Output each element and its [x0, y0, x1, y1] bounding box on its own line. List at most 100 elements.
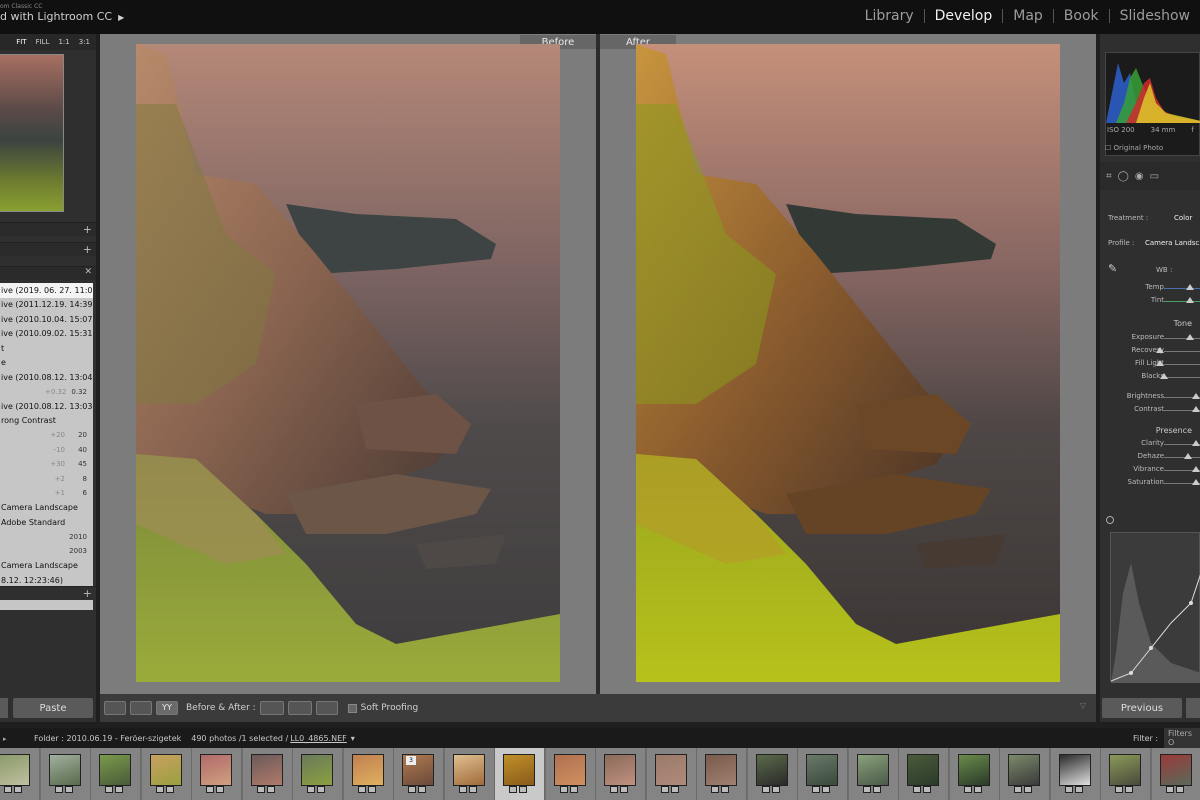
filmstrip-item[interactable] — [40, 748, 91, 800]
filmstrip-item[interactable] — [798, 748, 848, 800]
slider-track[interactable] — [1164, 440, 1200, 446]
slider-knob[interactable] — [1156, 360, 1164, 366]
profile-value[interactable]: Camera Landsc — [1145, 239, 1199, 247]
slider-knob[interactable] — [1160, 373, 1168, 379]
history-item[interactable]: 2003 — [0, 544, 93, 559]
filmstrip-thumbnail[interactable] — [553, 754, 586, 786]
filmstrip-item[interactable] — [91, 748, 141, 800]
slider-track[interactable] — [1164, 406, 1200, 412]
history-item[interactable]: ive (2019. 06. 27. 11:05:58) — [0, 283, 93, 298]
slider-track[interactable] — [1164, 466, 1200, 472]
filmstrip-thumbnail[interactable] — [755, 754, 788, 786]
add-icon[interactable]: + — [83, 223, 92, 236]
history-item[interactable]: +2 8 — [0, 472, 93, 487]
slider-track[interactable] — [1156, 360, 1200, 366]
close-icon[interactable]: ✕ — [84, 267, 92, 277]
slider-knob[interactable] — [1192, 440, 1200, 446]
navigator-preview[interactable] — [0, 54, 64, 212]
filmstrip-thumbnail[interactable] — [856, 754, 889, 786]
module-book[interactable]: Book — [1054, 8, 1109, 24]
eyedropper-icon[interactable]: ✎ — [1108, 262, 1117, 275]
history-item[interactable]: ive (2010.08.12. 13:03:29) — [0, 399, 93, 414]
filmstrip-thumbnail[interactable] — [1159, 754, 1192, 786]
filmstrip-thumbnail[interactable] — [48, 754, 81, 786]
add-icon[interactable]: + — [83, 587, 92, 600]
snapshots-header[interactable]: + — [0, 242, 96, 256]
filmstrip-thumbnail[interactable] — [0, 754, 30, 786]
module-library[interactable]: Library — [855, 8, 924, 24]
presets-header[interactable]: + — [0, 222, 96, 236]
slider-track[interactable] — [1164, 393, 1200, 399]
history-item[interactable]: +20 20 — [0, 428, 93, 443]
filmstrip-thumbnail[interactable] — [503, 754, 535, 786]
history-header[interactable]: ✕ — [0, 266, 96, 280]
spot-removal-icon[interactable]: ◯ — [1118, 171, 1129, 182]
history-item[interactable]: 2010 — [0, 530, 93, 545]
module-slideshow[interactable]: Slideshow — [1110, 8, 1200, 24]
history-item[interactable]: rong Contrast — [0, 414, 93, 429]
filmstrip-item[interactable] — [747, 748, 798, 800]
prev-icon[interactable]: ▸ — [3, 735, 10, 743]
slider-knob[interactable] — [1156, 347, 1164, 353]
zoom-1-1[interactable]: 1:1 — [58, 38, 69, 46]
slider-track[interactable] — [1164, 284, 1200, 290]
filmstrip-thumbnail[interactable] — [452, 754, 485, 786]
slider-knob[interactable] — [1192, 393, 1200, 399]
filmstrip-item[interactable] — [1101, 748, 1151, 800]
filmstrip-thumbnail[interactable] — [99, 754, 131, 786]
slider-knob[interactable] — [1186, 297, 1194, 303]
before-after-mode-button[interactable]: YY — [156, 701, 178, 715]
before-photo[interactable] — [136, 44, 560, 682]
filmstrip-item[interactable] — [596, 748, 646, 800]
collections-header[interactable]: + — [0, 586, 96, 600]
filmstrip-item[interactable] — [646, 748, 697, 800]
module-develop[interactable]: Develop — [925, 8, 1003, 24]
filmstrip-item[interactable] — [899, 748, 949, 800]
copy-before-to-after-button[interactable] — [259, 701, 284, 715]
history-item[interactable]: ive (2011.12.19. 14:39:17) — [0, 298, 93, 313]
filmstrip-thumbnail[interactable] — [351, 754, 384, 786]
slider-track[interactable] — [1160, 373, 1200, 379]
swap-button[interactable] — [315, 701, 338, 715]
filmstrip-thumbnail[interactable] — [1008, 754, 1040, 786]
compare-rr-button[interactable] — [130, 701, 152, 715]
reset-button[interactable] — [1186, 698, 1200, 718]
zoom-fit[interactable]: FIT — [16, 38, 26, 46]
zoom-fill[interactable]: FILL — [36, 38, 50, 46]
graduated-filter-icon[interactable]: ▭ — [1150, 171, 1159, 182]
slider-knob[interactable] — [1192, 466, 1200, 472]
copy-button[interactable] — [0, 698, 8, 718]
original-photo-toggle[interactable]: ☐ Original Photo — [1105, 144, 1163, 152]
filmstrip-item[interactable] — [495, 748, 545, 800]
history-item[interactable]: ive (2010.08.12. 13:04:16) — [0, 370, 93, 385]
module-map[interactable]: Map — [1003, 8, 1053, 24]
treatment-color[interactable]: Color — [1174, 214, 1192, 222]
filmstrip-item[interactable] — [848, 748, 899, 800]
histogram[interactable] — [1105, 52, 1200, 156]
filmstrip-item[interactable] — [444, 748, 495, 800]
filmstrip-item[interactable] — [192, 748, 242, 800]
filmstrip-item[interactable] — [141, 748, 192, 800]
filename[interactable]: LL0_4865.NEF — [290, 734, 347, 743]
filmstrip-item[interactable] — [293, 748, 343, 800]
copy-after-to-before-button[interactable] — [287, 701, 312, 715]
slider-track[interactable] — [1156, 347, 1200, 353]
slider-knob[interactable] — [1192, 406, 1200, 412]
slider-knob[interactable] — [1192, 479, 1200, 485]
slider-track[interactable] — [1164, 334, 1200, 340]
filter-dropdown[interactable]: Filters O — [1164, 728, 1200, 748]
history-item[interactable]: ive (2010.09.02. 15:31:18) — [0, 327, 93, 342]
slider-knob[interactable] — [1186, 284, 1194, 290]
filmstrip-thumbnail[interactable] — [654, 754, 687, 786]
history-item[interactable]: Adobe Standard — [0, 515, 93, 530]
history-item[interactable]: Camera Landscape — [0, 559, 93, 574]
filmstrip-item[interactable] — [697, 748, 747, 800]
slider-track[interactable] — [1164, 479, 1200, 485]
filmstrip-item[interactable] — [0, 748, 40, 800]
filmstrip-thumbnail[interactable] — [1058, 754, 1091, 786]
history-item[interactable]: +30 45 — [0, 457, 93, 472]
filmstrip-item[interactable] — [1000, 748, 1050, 800]
after-photo[interactable] — [636, 44, 1060, 682]
app-title[interactable]: d with Lightroom CC ▶ — [0, 10, 124, 23]
tone-curve[interactable] — [1110, 532, 1200, 683]
